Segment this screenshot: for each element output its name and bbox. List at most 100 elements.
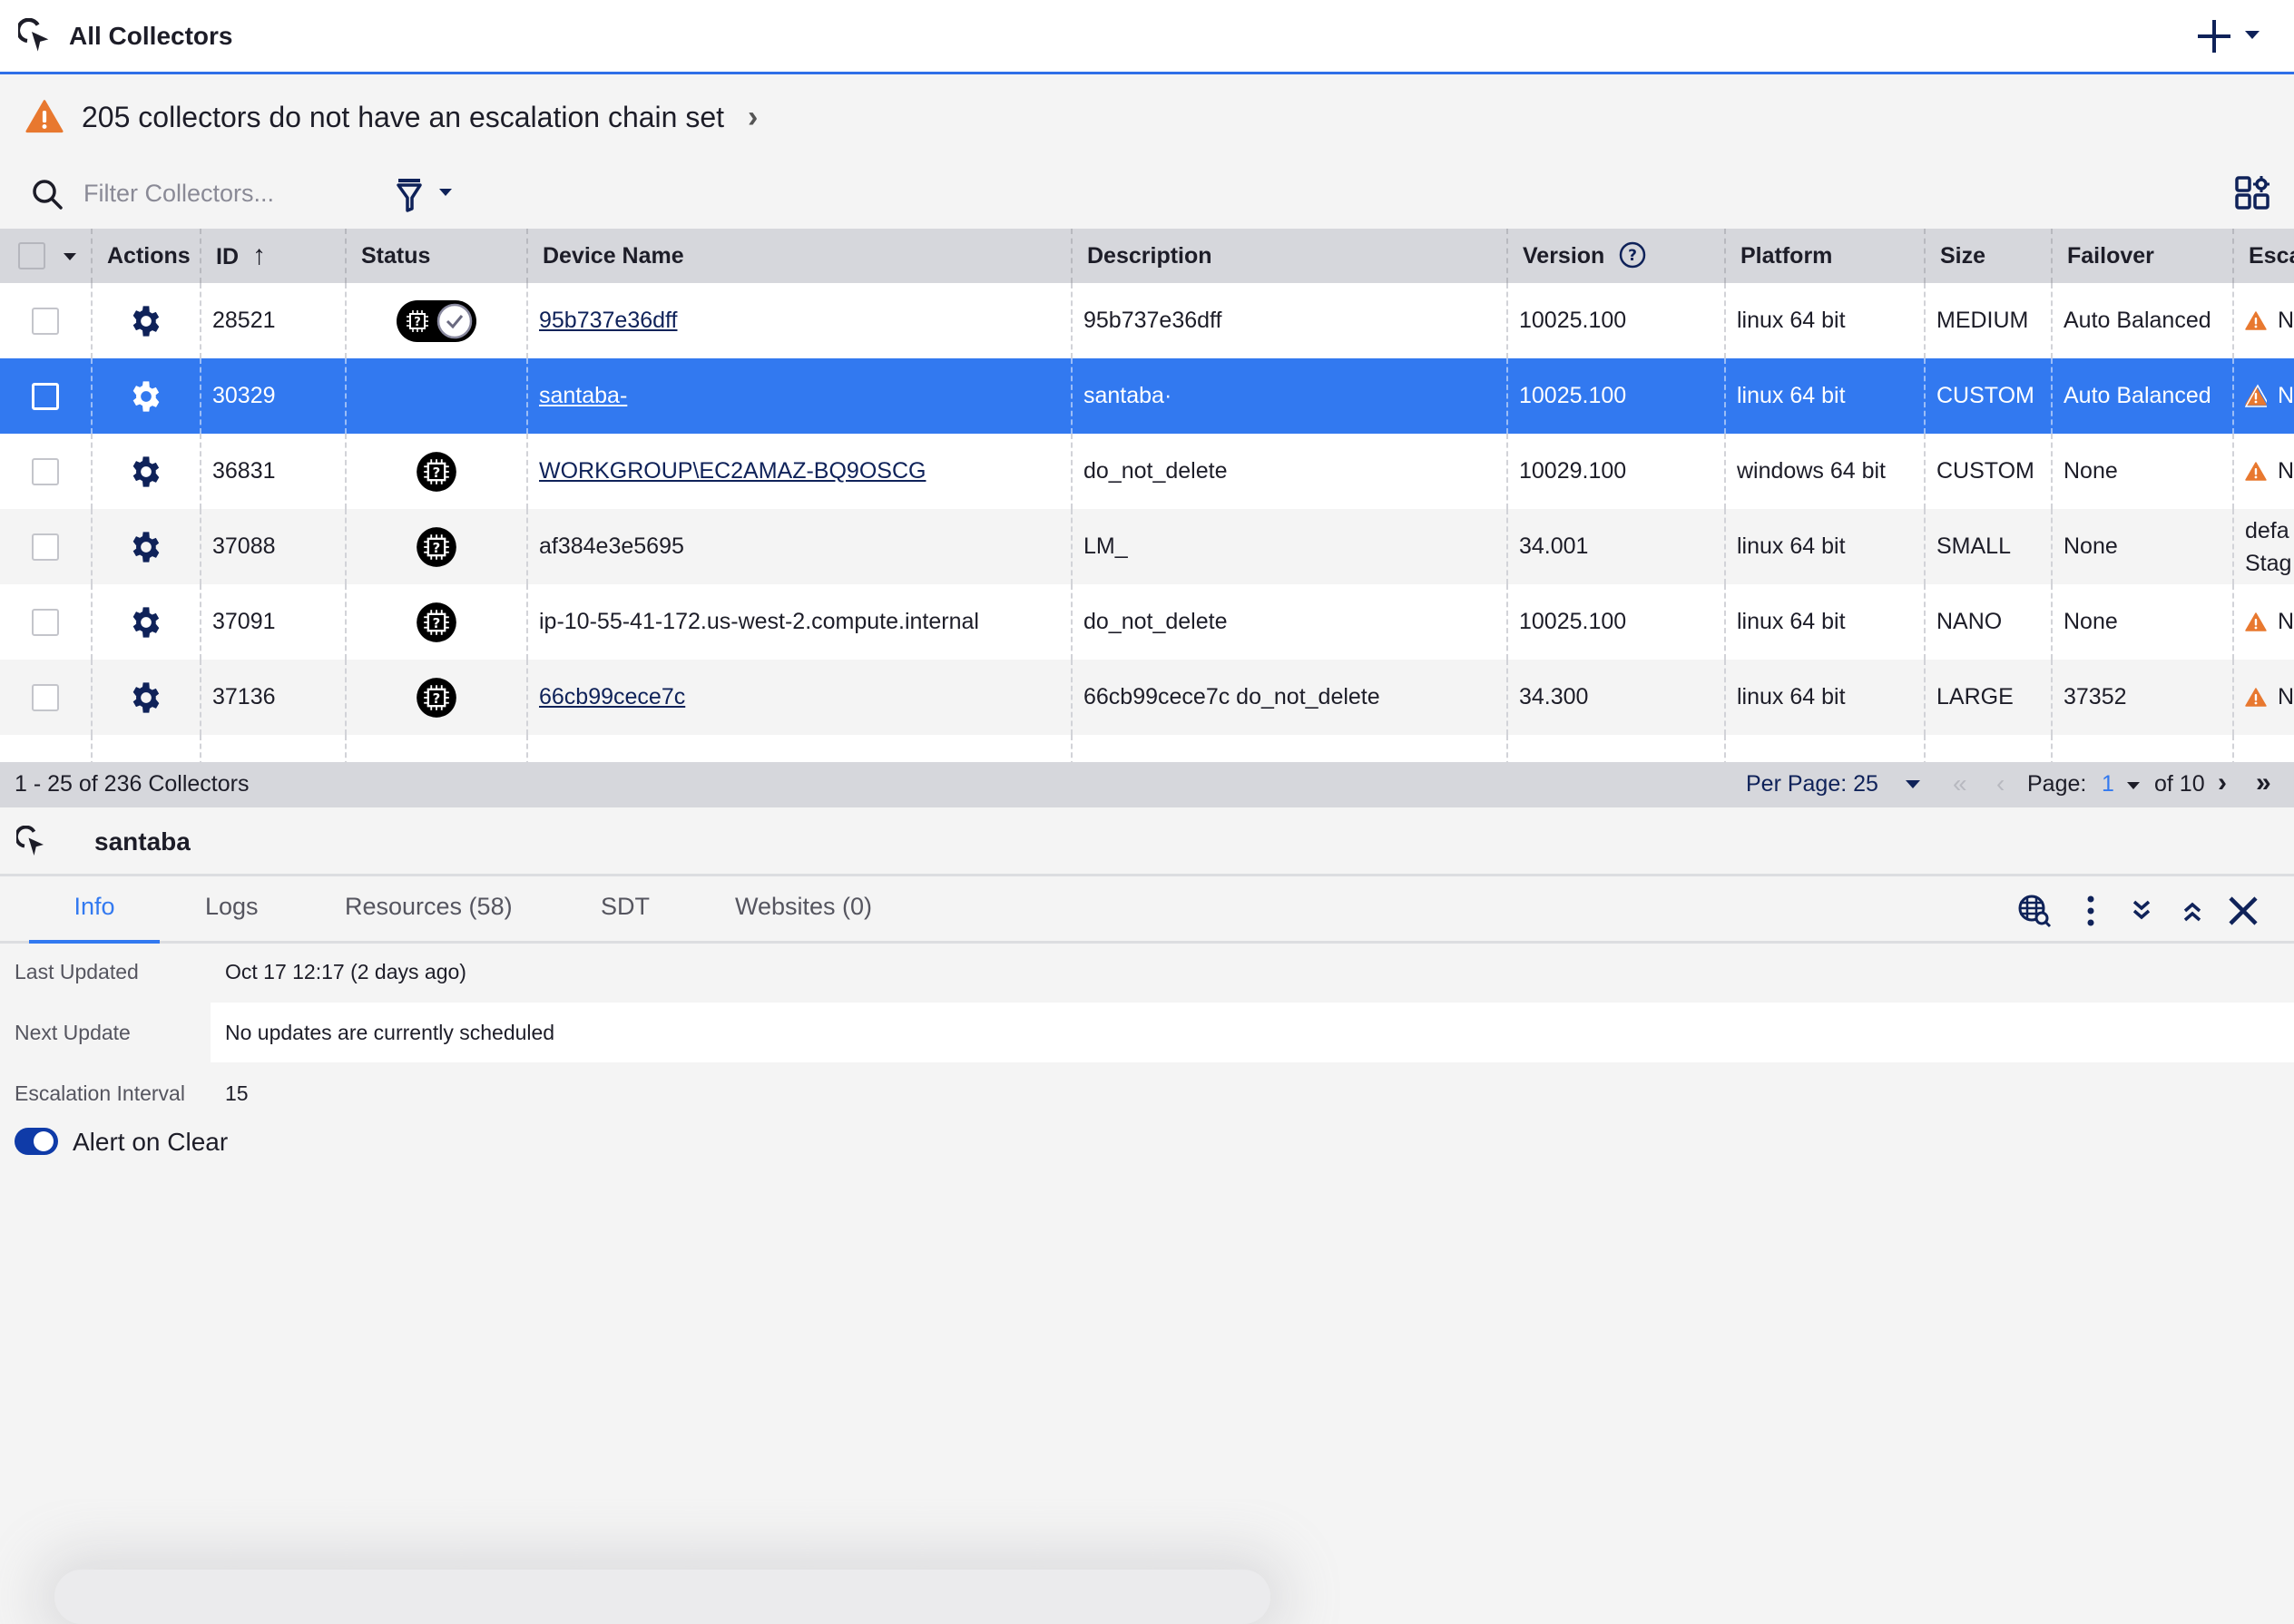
actions-cell bbox=[91, 660, 200, 735]
alert-on-clear-toggle[interactable] bbox=[15, 1128, 58, 1155]
version-cell: 10025.100 bbox=[1506, 283, 1724, 358]
tab-info[interactable]: Info bbox=[29, 893, 160, 944]
table-cell bbox=[1924, 735, 2051, 762]
page-title: All Collectors bbox=[69, 22, 233, 50]
current-page-select[interactable]: 1 bbox=[2102, 771, 2114, 797]
column-settings-icon[interactable] bbox=[2234, 174, 2272, 212]
filter-dropdown-caret-icon[interactable] bbox=[439, 189, 452, 196]
column-header-id[interactable]: ID ↑ bbox=[200, 229, 345, 283]
actions-cell bbox=[91, 434, 200, 509]
row-checkbox[interactable] bbox=[32, 382, 59, 410]
tab-resources[interactable]: Resources (58) bbox=[345, 893, 513, 944]
gear-icon[interactable] bbox=[128, 680, 164, 716]
add-dropdown-caret-icon[interactable] bbox=[2245, 31, 2260, 39]
gear-icon[interactable] bbox=[128, 454, 164, 490]
escalation-cell: N bbox=[2232, 584, 2294, 660]
row-checkbox[interactable] bbox=[32, 533, 59, 561]
failover-cell: None bbox=[2051, 584, 2232, 660]
warning-triangle-icon bbox=[2245, 308, 2267, 334]
select-dropdown-caret-icon[interactable] bbox=[64, 253, 76, 260]
globe-search-icon[interactable] bbox=[2016, 893, 2053, 929]
column-header-failover[interactable]: Failover bbox=[2051, 229, 2232, 283]
device-name-link[interactable]: santaba- bbox=[539, 383, 627, 409]
tab-logs[interactable]: Logs bbox=[205, 893, 259, 944]
status-cell bbox=[345, 509, 526, 584]
per-page-select[interactable]: Per Page: 25 bbox=[1746, 771, 1878, 797]
id-cell: 37136 bbox=[200, 660, 345, 735]
device-name-cell: WORKGROUP\EC2AMAZ-BQ9OSCG bbox=[526, 434, 1071, 509]
column-header-platform[interactable]: Platform bbox=[1724, 229, 1924, 283]
device-name-link[interactable]: 66cb99cece7c bbox=[539, 684, 685, 710]
first-page-icon[interactable]: « bbox=[1953, 769, 1967, 798]
tab-websites[interactable]: Websites (0) bbox=[735, 893, 872, 944]
escalation-warning-banner[interactable]: 205 collectors do not have an escalation… bbox=[25, 94, 758, 140]
size-cell: LARGE bbox=[1924, 660, 2051, 735]
status-chip-ack-icon bbox=[397, 299, 476, 342]
plus-icon[interactable] bbox=[2192, 15, 2236, 58]
table-row[interactable]: 28521 95b737e36dff 95b737e36dff 10025.100 li… bbox=[0, 283, 2294, 358]
escalation-interval-value: 15 bbox=[225, 1081, 249, 1105]
row-checkbox[interactable] bbox=[32, 307, 59, 335]
size-cell: NANO bbox=[1924, 584, 2051, 660]
table-row[interactable]: 36831 WORKGROUP\EC2AMAZ-BQ9OSCG do_not_del… bbox=[0, 434, 2294, 509]
next-page-icon[interactable]: › bbox=[2218, 768, 2227, 798]
more-vertical-icon[interactable] bbox=[2073, 893, 2109, 929]
total-pages: of 10 bbox=[2154, 771, 2205, 797]
gear-icon[interactable] bbox=[128, 303, 164, 339]
bottom-shadow bbox=[54, 1570, 1270, 1624]
version-cell: 10029.100 bbox=[1506, 434, 1724, 509]
column-header-device-name[interactable]: Device Name bbox=[526, 229, 1071, 283]
row-checkbox[interactable] bbox=[32, 683, 59, 711]
expand-up-icon[interactable] bbox=[2174, 893, 2211, 929]
table-row[interactable] bbox=[0, 735, 2294, 762]
gear-icon[interactable] bbox=[128, 378, 164, 415]
warning-triangle-icon bbox=[25, 98, 64, 136]
filter-funnel-icon[interactable] bbox=[396, 176, 423, 212]
select-all-checkbox[interactable] bbox=[18, 242, 45, 269]
device-name-cell: 95b737e36dff bbox=[526, 283, 1071, 358]
escalation-text: N bbox=[2277, 458, 2294, 484]
column-header-version-label: Version bbox=[1523, 243, 1605, 269]
tab-sdt[interactable]: SDT bbox=[601, 893, 650, 944]
help-circle-icon[interactable]: ? bbox=[1618, 240, 1647, 269]
table-row[interactable]: 37091 ip-10-55-41-172.us-west-2.compute.i… bbox=[0, 584, 2294, 660]
id-cell: 30329 bbox=[200, 358, 345, 434]
column-header-size[interactable]: Size bbox=[1924, 229, 2051, 283]
warning-triangle-icon bbox=[2245, 383, 2267, 407]
column-header-version[interactable]: Version ? bbox=[1506, 229, 1724, 283]
gear-icon[interactable] bbox=[128, 529, 164, 565]
platform-cell: windows 64 bit bbox=[1724, 434, 1924, 509]
column-header-status[interactable]: Status bbox=[345, 229, 526, 283]
prev-page-icon[interactable]: ‹ bbox=[1996, 769, 2005, 798]
column-header-description[interactable]: Description bbox=[1071, 229, 1506, 283]
top-bar: All Collectors bbox=[0, 0, 2294, 74]
chevron-right-icon: › bbox=[748, 99, 759, 134]
column-header-escalation[interactable]: Esca bbox=[2232, 229, 2294, 283]
filter-collectors-input[interactable] bbox=[83, 172, 374, 214]
device-name-cell: santaba- bbox=[526, 358, 1071, 434]
description-cell: santaba· bbox=[1071, 358, 1506, 434]
per-page-caret-icon[interactable] bbox=[1906, 780, 1920, 788]
collapse-down-icon[interactable] bbox=[2123, 893, 2160, 929]
close-icon[interactable] bbox=[2225, 893, 2261, 929]
page-select-caret-icon[interactable] bbox=[2127, 782, 2140, 789]
size-cell: CUSTOM bbox=[1924, 358, 2051, 434]
row-checkbox[interactable] bbox=[32, 608, 59, 636]
device-name-link[interactable]: WORKGROUP\EC2AMAZ-BQ9OSCG bbox=[539, 458, 926, 484]
table-row[interactable]: 37088 af384e3e5695 LM_ 34.001 linux 64 bit SM… bbox=[0, 509, 2294, 584]
last-page-icon[interactable]: » bbox=[2256, 768, 2271, 798]
platform-cell: linux 64 bit bbox=[1724, 283, 1924, 358]
pagination-bar: 1 - 25 of 236 Collectors Per Page: 25 « … bbox=[0, 762, 2294, 807]
column-header-actions[interactable]: Actions bbox=[91, 229, 200, 283]
device-name-link[interactable]: 95b737e36dff bbox=[539, 308, 677, 334]
row-checkbox[interactable] bbox=[32, 457, 59, 485]
status-cell bbox=[345, 358, 526, 434]
table-row[interactable]: 37136 66cb99cece7c 66cb99cece7c do_not_del… bbox=[0, 660, 2294, 735]
table-row[interactable]: 30329 santaba-santaba· 10025.100 linux 64 b… bbox=[0, 358, 2294, 434]
actions-cell bbox=[91, 584, 200, 660]
device-name-cell: ip-10-55-41-172.us-west-2.compute.intern… bbox=[526, 584, 1071, 660]
gear-icon[interactable] bbox=[128, 604, 164, 641]
description-cell: LM_ bbox=[1071, 509, 1506, 584]
select-cell bbox=[0, 358, 91, 434]
table-cell bbox=[200, 735, 345, 762]
